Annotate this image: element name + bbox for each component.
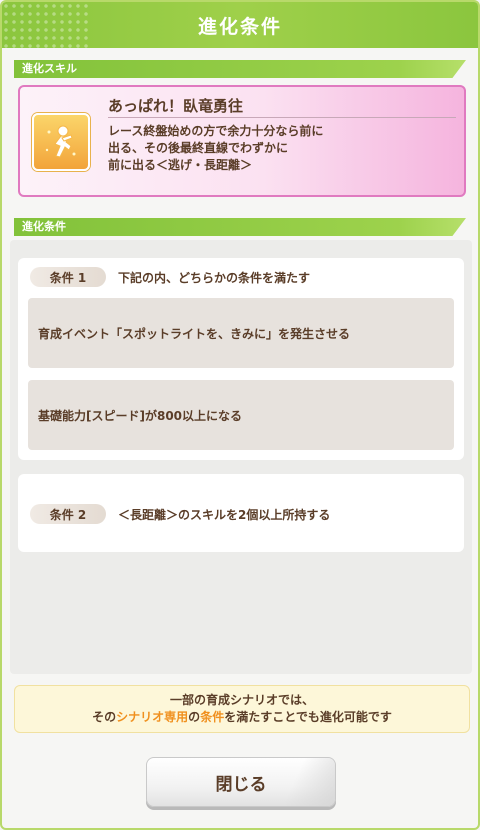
condition-label: 条件 1 [30,267,106,287]
section-header-conditions: 進化条件 [14,218,466,236]
condition-label: 条件 2 [30,504,106,524]
notice-text: その [92,710,117,724]
notice-highlight: 条件 [200,710,225,724]
sub-condition-text: 育成イベント「スポットライトを、きみに」を発生させる [38,326,351,341]
dialog-title: 進化条件 [197,15,282,38]
skill-description: レース終盤始めの方で余力十分なら前に 出る、その後最終直線でわずかに 前に出る＜… [108,123,323,174]
notice-highlight: シナリオ専用 [116,710,189,724]
sub-condition-text: 基礎能力[スピード]が800以上になる [38,408,243,423]
notice-line-2: そのシナリオ専用の条件を満たすことでも進化可能です [15,709,469,726]
condition-title: 下記の内、どちらかの条件を満たす [118,271,311,285]
condition-title: ＜長距離＞のスキルを2個以上所持する [118,508,331,522]
skill-desc-line: 出る、その後最終直線でわずかに [108,141,289,155]
close-button[interactable]: 閉じる [146,757,336,807]
notice-text: を満たすことでも進化可能です [224,710,392,724]
condition-box-2: 条件 2 ＜長距離＞のスキルを2個以上所持する [18,474,464,552]
dialog-title-bar: 進化条件 [2,2,478,48]
skill-desc-line: 前に出る＜逃げ・長距離＞ [108,158,253,172]
close-button-label: 閉じる [215,774,267,795]
sub-condition-event: 育成イベント「スポットライトを、きみに」を発生させる [28,298,454,368]
evolution-conditions-dialog: 進化条件 進化スキル あっぱれ！臥竜勇往 レース終盤始めの方で余力十分なら前に … [0,0,480,830]
skill-name: あっぱれ！臥竜勇往 [108,97,244,115]
skill-desc-line: レース終盤始めの方で余力十分なら前に [108,124,324,138]
skill-card[interactable]: あっぱれ！臥竜勇往 レース終盤始めの方で余力十分なら前に 出る、その後最終直線で… [18,85,466,197]
scenario-notice: 一部の育成シナリオでは、 そのシナリオ専用の条件を満たすことでも進化可能です [14,685,470,733]
notice-text: の [188,710,201,724]
section-header-label: 進化条件 [22,220,66,233]
section-header-label: 進化スキル [22,62,77,75]
notice-line-1: 一部の育成シナリオでは、 [169,693,314,707]
condition-box-1: 条件 1 下記の内、どちらかの条件を満たす 育成イベント「スポットライトを、きみ… [18,258,464,460]
section-header-evolved-skill: 進化スキル [14,60,466,78]
sub-condition-speed: 基礎能力[スピード]が800以上になる [28,380,454,450]
skill-divider [108,117,456,118]
running-figure-icon [32,113,90,171]
